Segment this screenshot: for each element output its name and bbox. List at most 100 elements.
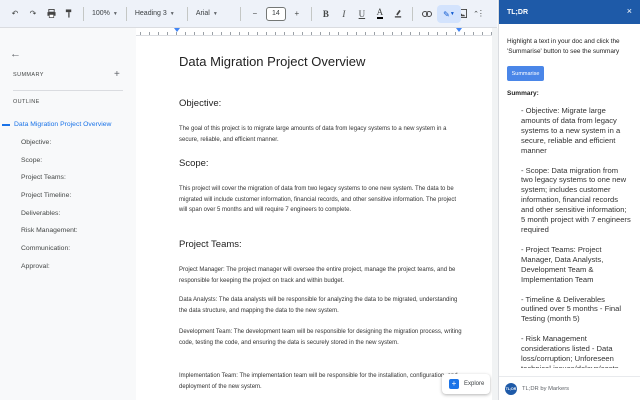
text-color-button[interactable]: A: [373, 5, 387, 23]
document-page[interactable]: Data Migration Project Overview Objectiv…: [136, 36, 492, 400]
ruler-tick: [302, 32, 303, 35]
ruler-tick: [374, 32, 375, 35]
ruler-tick: [149, 32, 150, 35]
toolbar-right-group: ✎ ▼ ⌃: [437, 5, 485, 23]
heading-scope[interactable]: Scope:: [179, 158, 209, 169]
paragraph-data-analysts[interactable]: Data Analysts: The data analysts will be…: [179, 295, 464, 316]
italic-button[interactable]: I: [337, 5, 351, 23]
font-value: Arial: [195, 10, 210, 17]
outline-item-deliverables[interactable]: Deliverables:: [0, 204, 136, 222]
explore-button[interactable]: + Explore: [442, 374, 490, 394]
document-canvas[interactable]: Data Migration Project Overview Objectiv…: [136, 36, 492, 400]
print-icon[interactable]: [44, 5, 58, 23]
left-indent-marker[interactable]: [174, 28, 180, 32]
document-title[interactable]: Data Migration Project Overview: [179, 54, 365, 69]
summary-item: - Risk Management considerations listed …: [521, 334, 619, 368]
outline-item-title[interactable]: Data Migration Project Overview: [0, 116, 136, 134]
ruler-tick: [356, 32, 357, 35]
zoom-value: 100%: [92, 10, 110, 17]
ruler-tick: [194, 32, 195, 35]
ruler-tick: [167, 32, 168, 35]
ruler-tick: [185, 32, 186, 35]
ruler-tick: [311, 32, 312, 35]
outline-item-project-teams[interactable]: Project Teams:: [0, 169, 136, 187]
ruler-tick: [239, 32, 240, 35]
horizontal-ruler[interactable]: [136, 28, 492, 36]
paint-format-icon[interactable]: [62, 5, 76, 23]
add-summary-button[interactable]: +: [114, 69, 120, 80]
paragraph-scope[interactable]: This project will cover the migration of…: [179, 184, 464, 216]
paragraph-project-manager[interactable]: Project Manager: The project manager wil…: [179, 265, 464, 286]
summary-item: - Timeline & Deliverables outlined over …: [521, 294, 622, 324]
ruler-tick: [320, 32, 321, 35]
undo-icon[interactable]: ↶: [8, 5, 22, 23]
toolbar-divider: [125, 6, 127, 21]
font-select[interactable]: Arial ▼: [193, 5, 235, 23]
side-panel-title: TL;DR: [507, 8, 528, 16]
outline-item-scope[interactable]: Scope:: [0, 151, 136, 169]
style-value: Heading 3: [134, 10, 167, 17]
outline-item-project-timeline[interactable]: Project Timeline:: [0, 187, 136, 205]
ruler-tick: [455, 32, 456, 35]
toolbar-divider: [310, 6, 312, 21]
back-arrow-icon[interactable]: ←: [10, 48, 21, 60]
highlight-icon[interactable]: [391, 5, 405, 23]
ruler-tick: [203, 32, 204, 35]
toolbar-divider: [239, 6, 241, 21]
zoom-select[interactable]: 100% ▼: [89, 5, 121, 23]
chevron-down-icon: ▼: [112, 10, 118, 17]
ruler-tick: [275, 32, 276, 35]
outline-item-risk-management[interactable]: Risk Management:: [0, 222, 136, 240]
ruler-tick: [383, 32, 384, 35]
heading-objective[interactable]: Objective:: [179, 98, 221, 109]
paragraph-development-team[interactable]: Development Team: The development team w…: [179, 327, 464, 348]
outline-item-objective[interactable]: Objective:: [0, 134, 136, 152]
ruler-tick: [230, 32, 231, 35]
ruler-tick: [446, 32, 447, 35]
collapse-icon[interactable]: ⌃: [469, 5, 483, 23]
formatting-toolbar: ↶ ↷ 100% ▼ Heading 3 ▼ Arial ▼ − 14 + B I U…: [0, 0, 497, 28]
ruler-tick: [284, 32, 285, 35]
outline-list: Data Migration Project Overview Objectiv…: [0, 116, 136, 275]
ruler-tick: [437, 32, 438, 35]
outline-item-communication[interactable]: Communication:: [0, 240, 136, 258]
redo-icon[interactable]: ↷: [26, 5, 40, 23]
summarise-button[interactable]: Summarise: [507, 66, 544, 81]
outline-heading: OUTLINE: [13, 99, 40, 105]
chevron-down-icon: ▼: [169, 10, 175, 17]
style-select[interactable]: Heading 3 ▼: [132, 5, 182, 23]
ruler-tick: [347, 32, 348, 35]
tldr-side-panel: TL;DR × Highlight a text in your doc and…: [498, 0, 640, 400]
ruler-tick: [266, 32, 267, 35]
link-icon[interactable]: [420, 5, 434, 23]
underline-button[interactable]: U: [355, 5, 369, 23]
summary-list: - Objective: Migrate large amounts of da…: [521, 106, 631, 368]
ruler-tick: [464, 32, 465, 35]
heading-project-teams[interactable]: Project Teams:: [179, 239, 242, 250]
ruler-tick: [401, 32, 402, 35]
close-icon[interactable]: ×: [627, 6, 632, 16]
summary-item: - Project Teams: Project Manager, Data A…: [521, 244, 604, 284]
paragraph-objective[interactable]: The goal of this project is to migrate l…: [179, 124, 464, 145]
font-size-input[interactable]: 14: [265, 6, 286, 21]
bold-button[interactable]: B: [319, 5, 333, 23]
ruler-tick: [428, 32, 429, 35]
ruler-tick: [329, 32, 330, 35]
explore-label: Explore: [464, 381, 485, 387]
side-panel-header: TL;DR: [499, 0, 640, 24]
decrease-font-size-button[interactable]: −: [248, 5, 262, 23]
ruler-tick: [293, 32, 294, 35]
explore-icon: +: [449, 379, 459, 389]
chevron-down-icon: ▼: [212, 10, 218, 17]
toolbar-divider: [411, 6, 413, 21]
edit-mode-icon[interactable]: ✎ ▼: [437, 5, 461, 23]
outline-item-approval[interactable]: Approval:: [0, 258, 136, 276]
divider: [13, 90, 123, 91]
ruler-tick: [221, 32, 222, 35]
side-panel-footer: TL;DR TL;DR by Markers: [499, 376, 640, 400]
instructions-text: Highlight a text in your doc and click t…: [507, 38, 620, 55]
ruler-tick: [158, 32, 159, 35]
increase-font-size-button[interactable]: +: [290, 5, 304, 23]
right-indent-marker[interactable]: [456, 28, 462, 32]
paragraph-implementation-team[interactable]: Implementation Team: The implementation …: [179, 371, 464, 392]
